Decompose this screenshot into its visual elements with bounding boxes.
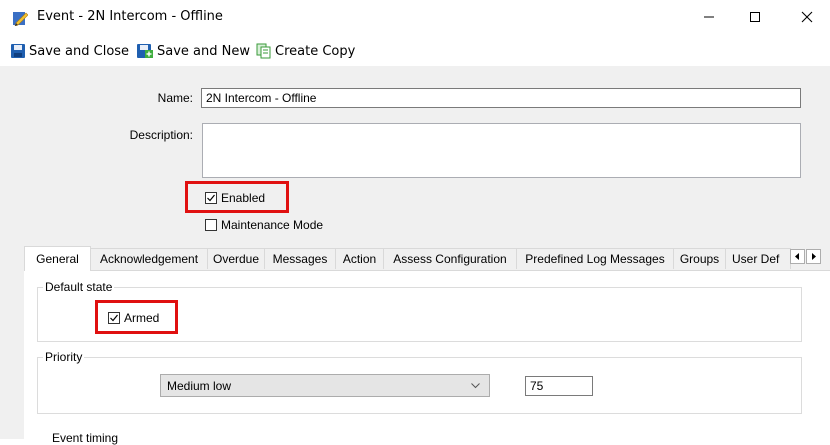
priority-title: Priority bbox=[43, 350, 85, 364]
maximize-button[interactable] bbox=[732, 0, 778, 34]
description-input[interactable] bbox=[202, 123, 801, 178]
arrow-left-icon bbox=[795, 253, 799, 260]
tab-action[interactable]: Action bbox=[335, 248, 384, 269]
enabled-highlight-box bbox=[185, 181, 289, 213]
tab-label: Assess Configuration bbox=[393, 252, 507, 266]
create-copy-button[interactable]: Create Copy bbox=[256, 40, 355, 62]
tab-messages[interactable]: Messages bbox=[264, 248, 336, 269]
tab-user-defined[interactable]: User Def bbox=[725, 248, 791, 269]
save-and-close-button[interactable]: Save and Close bbox=[10, 40, 129, 62]
save-and-new-button[interactable]: Save and New bbox=[136, 40, 250, 62]
tab-acknowledgement[interactable]: Acknowledgement bbox=[90, 248, 208, 269]
minimize-icon bbox=[704, 16, 714, 18]
name-input[interactable]: 2N Intercom - Offline bbox=[201, 88, 801, 108]
save-and-new-label: Save and New bbox=[157, 43, 250, 59]
close-icon bbox=[801, 11, 813, 23]
chevron-down-icon bbox=[471, 383, 480, 389]
window-title: Event - 2N Intercom - Offline bbox=[37, 9, 223, 24]
tab-label: General bbox=[36, 252, 79, 266]
maximize-icon bbox=[750, 12, 760, 22]
tab-predefined-log-messages[interactable]: Predefined Log Messages bbox=[516, 248, 674, 269]
save-icon bbox=[11, 44, 25, 58]
priority-select[interactable]: Medium low bbox=[160, 374, 490, 397]
tab-assess-configuration[interactable]: Assess Configuration bbox=[383, 248, 517, 269]
tab-strip: General Acknowledgement Overdue Messages… bbox=[24, 246, 830, 271]
tab-scroll-left-button[interactable] bbox=[790, 249, 805, 264]
minimize-button[interactable] bbox=[686, 0, 732, 34]
tab-groups[interactable]: Groups bbox=[673, 248, 726, 269]
tab-label: Messages bbox=[272, 252, 328, 266]
tab-overdue[interactable]: Overdue bbox=[207, 248, 265, 269]
save-and-close-label: Save and Close bbox=[29, 43, 130, 59]
maintenance-mode-checkbox[interactable]: Maintenance Mode bbox=[205, 218, 323, 232]
copy-icon bbox=[256, 43, 271, 59]
description-label: Description: bbox=[129, 128, 193, 142]
default-state-title: Default state bbox=[43, 280, 115, 294]
maintenance-mode-label: Maintenance Mode bbox=[221, 218, 324, 232]
name-label: Name: bbox=[157, 91, 193, 105]
tab-label: Acknowledgement bbox=[99, 252, 199, 266]
arrow-right-icon bbox=[812, 253, 816, 260]
tab-label: Action bbox=[342, 252, 377, 266]
tab-label: Overdue bbox=[212, 252, 260, 266]
event-timing-title: Event timing bbox=[52, 431, 119, 445]
armed-highlight-box bbox=[95, 300, 178, 334]
tab-label: Groups bbox=[679, 252, 720, 266]
tab-general[interactable]: General bbox=[24, 246, 91, 271]
tab-label: Predefined Log Messages bbox=[525, 252, 665, 266]
toolbar: Save and Close Save and New Create Copy bbox=[0, 40, 830, 62]
checkbox-unchecked-icon[interactable] bbox=[205, 219, 217, 231]
priority-selected-value: Medium low bbox=[167, 378, 232, 393]
create-copy-label: Create Copy bbox=[275, 43, 356, 59]
close-button[interactable] bbox=[784, 0, 830, 34]
event-pencil-icon bbox=[12, 10, 29, 27]
tab-label: User Def bbox=[732, 252, 780, 266]
tab-scroll-right-button[interactable] bbox=[806, 249, 821, 264]
priority-number-input[interactable]: 75 bbox=[525, 376, 593, 396]
save-new-icon bbox=[137, 44, 153, 58]
